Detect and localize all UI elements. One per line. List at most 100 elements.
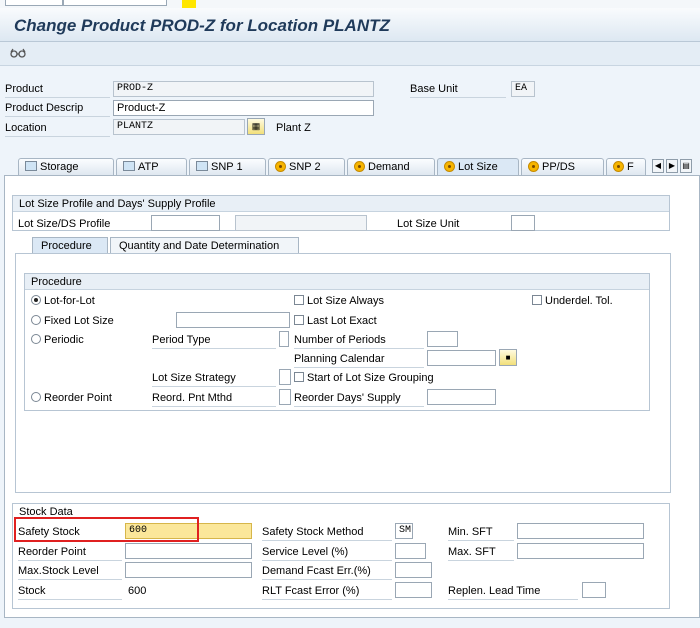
tab-scroll-left-button[interactable]: ◀ [652,159,664,173]
lot-size-profile-field[interactable] [151,215,220,231]
product-label: Product [5,83,43,95]
reorder-point-label: Reorder Point [44,392,112,404]
product-descrip-field[interactable]: Product-Z [113,100,374,116]
min-sft-field[interactable] [517,523,644,539]
demand-fcast-label: Demand Fcast Err.(%) [262,565,371,577]
product-descrip-label: Product Descrip [5,102,84,114]
tab-demand[interactable]: Demand [347,158,435,176]
label-underline [448,540,514,541]
tab-snp2[interactable]: SNP 2 [268,158,345,176]
label-underline [5,97,110,98]
service-level-label: Service Level (%) [262,546,349,558]
label-underline [152,406,276,407]
periodic-label: Periodic [44,334,84,346]
replen-lead-time-field[interactable] [582,582,606,598]
label-underline [410,97,506,98]
tab-snp1[interactable]: SNP 1 [189,158,266,176]
top-segment [5,0,63,6]
snp-icon [196,161,208,171]
group-heading: Lot Size Profile and Days' Supply Profil… [13,196,669,212]
last-lot-exact-checkbox[interactable] [294,315,304,325]
fixed-lot-size-label: Fixed Lot Size [44,315,114,327]
underdel-tol-checkbox[interactable] [532,295,542,305]
rlt-fcast-field[interactable] [395,582,432,598]
top-segment [63,0,167,6]
tab-atp[interactable]: ATP [116,158,187,176]
max-sft-label: Max. SFT [448,546,496,558]
storage-icon [25,161,37,171]
top-strip [0,0,700,8]
base-unit-field[interactable]: EA [511,81,535,97]
label-underline [18,579,122,580]
max-stock-level-field[interactable] [125,562,252,578]
lot-size-unit-field[interactable] [511,215,535,231]
label-underline [448,560,514,561]
subtab-quantity-date[interactable]: Quantity and Date Determination [110,237,299,254]
label-underline [262,579,392,580]
location-name: Plant Z [276,122,311,134]
planning-calendar-label: Planning Calendar [294,353,385,365]
number-of-periods-field[interactable] [427,331,458,347]
lot-for-lot-radio[interactable] [31,295,41,305]
demand-icon [354,161,365,172]
label-underline [152,348,276,349]
max-stock-level-label: Max.Stock Level [18,565,99,577]
label-underline [5,136,110,137]
lot-size-strategy-field[interactable] [279,369,291,385]
page-title: Change Product PROD-Z for Location PLANT… [14,16,390,35]
calendar-icon[interactable]: ▦ [247,118,265,135]
planning-calendar-field[interactable] [427,350,496,366]
reord-pnt-mthd-field[interactable] [279,389,291,405]
label-underline [152,386,276,387]
period-type-label: Period Type [152,334,211,346]
tab-f[interactable]: F [606,158,646,176]
lot-size-always-checkbox[interactable] [294,295,304,305]
reorder-days-supply-field[interactable] [427,389,496,405]
replen-lead-time-label: Replen. Lead Time [448,585,541,597]
demand-fcast-field[interactable] [395,562,432,578]
start-lot-size-grouping-checkbox[interactable] [294,372,304,382]
safety-stock-highlight [14,517,199,542]
toolbar [0,42,700,66]
reorder-point-stock-label: Reorder Point [18,546,86,558]
product-field[interactable]: PROD-Z [113,81,374,97]
service-level-field[interactable] [395,543,426,559]
reorder-point-field[interactable] [125,543,252,559]
tab-storage[interactable]: Storage [18,158,114,176]
reorder-point-radio[interactable] [31,392,41,402]
lot-for-lot-label: Lot-for-Lot [44,295,95,307]
period-type-field[interactable] [279,331,289,347]
last-lot-exact-label: Last Lot Exact [307,315,377,327]
label-underline [18,599,122,600]
underdel-tol-label: Underdel. Tol. [545,295,613,307]
stock-value: 600 [128,585,147,597]
lot-size-unit-label: Lot Size Unit [397,218,460,230]
fixed-lot-size-radio[interactable] [31,315,41,325]
rlt-fcast-label: RLT Fcast Error (%) [262,585,360,597]
glasses-icon[interactable] [10,47,26,61]
search-help-icon[interactable]: ■ [499,349,517,366]
tab-ppds[interactable]: PP/DS [521,158,604,176]
reord-pnt-mthd-label: Reord. Pnt Mthd [152,392,233,404]
snp-icon [275,161,286,172]
label-underline [5,116,110,117]
tab-lot-size[interactable]: Lot Size [437,158,519,176]
label-underline [294,367,424,368]
subtab-procedure[interactable]: Procedure [32,237,108,254]
max-sft-field[interactable] [517,543,644,559]
label-underline [262,599,392,600]
lot-size-always-label: Lot Size Always [307,295,385,307]
number-of-periods-label: Number of Periods [294,334,386,346]
label-underline [294,406,424,407]
tab-scroll-right-button[interactable]: ▶ [666,159,678,173]
fixed-lot-size-field[interactable] [176,312,290,328]
location-field[interactable]: PLANTZ [113,119,245,135]
ss-method-field[interactable]: SM [395,523,413,539]
tab-list-button[interactable]: ▤ [680,159,692,173]
periodic-radio[interactable] [31,334,41,344]
yellow-marker [182,0,196,8]
f-icon [613,161,624,172]
stock-label: Stock [18,585,46,597]
base-unit-label: Base Unit [410,83,458,95]
start-lot-size-grouping-label: Start of Lot Size Grouping [307,372,434,384]
